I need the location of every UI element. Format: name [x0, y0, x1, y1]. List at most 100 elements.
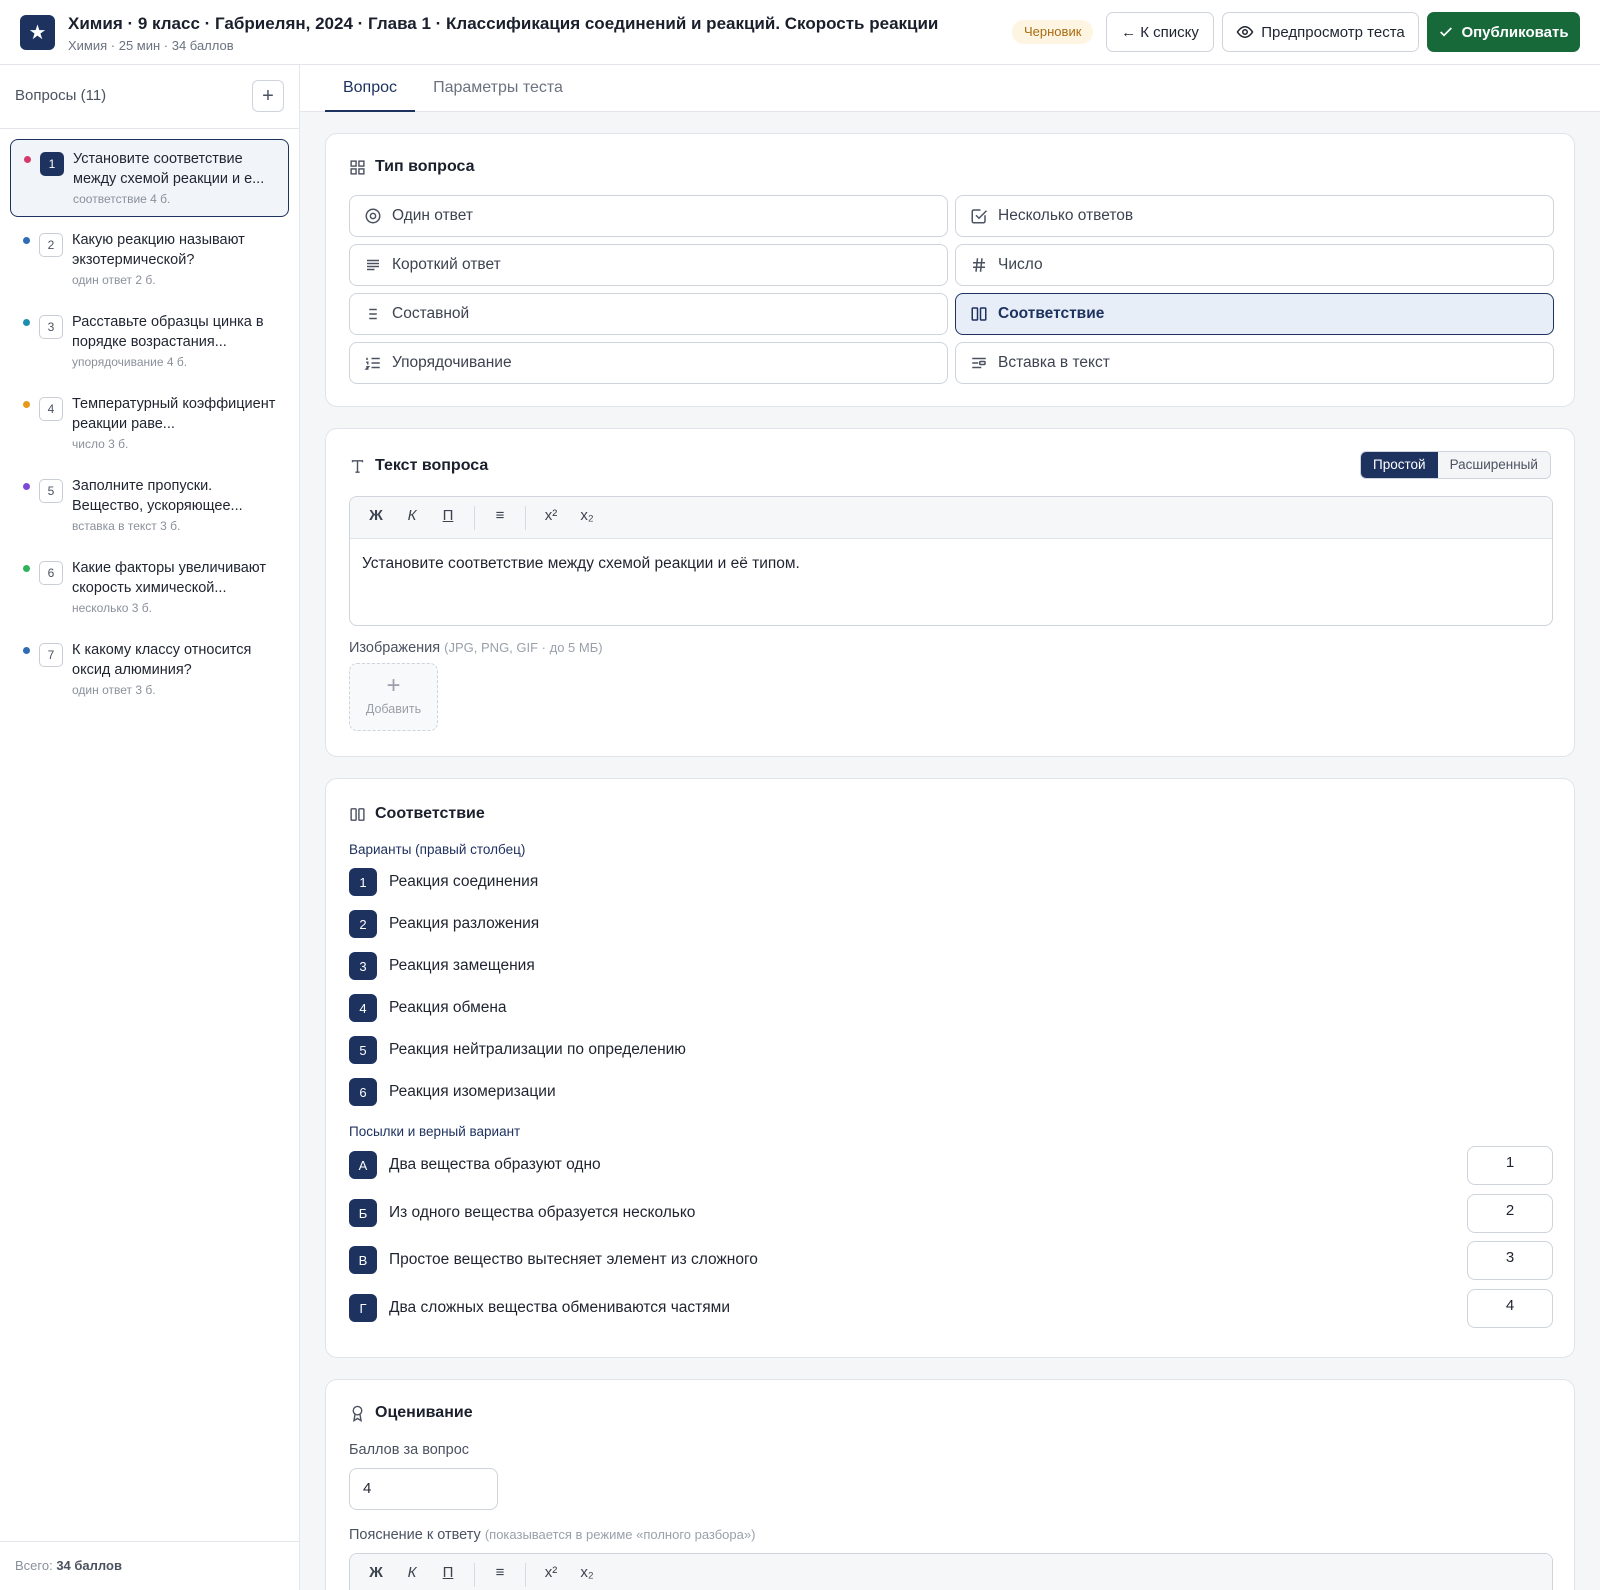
option-text[interactable]: Реакция соединения: [389, 873, 538, 891]
question-meta: один ответ 2 б.: [72, 273, 156, 287]
premise-text[interactable]: Два сложных вещества обмениваются частям…: [389, 1299, 730, 1317]
superscript-button[interactable]: x²: [539, 1564, 563, 1581]
matching-option: 2 Реакция разложения: [349, 910, 539, 938]
matching-premise: Г Два сложных вещества обмениваются част…: [349, 1294, 730, 1322]
question-meta: соответствие 4 б.: [73, 192, 171, 206]
type-insert-text[interactable]: Вставка в текст: [955, 342, 1554, 384]
tab-question[interactable]: Вопрос: [325, 65, 415, 112]
question-list-item[interactable]: 1 Установите соответствие между схемой р…: [10, 139, 289, 217]
type-ordering[interactable]: Упорядочивание: [349, 342, 948, 384]
list-button[interactable]: ≡: [488, 507, 512, 524]
type-label: Несколько ответов: [998, 207, 1134, 224]
bold-button[interactable]: Ж: [364, 507, 388, 524]
question-color-dot: [23, 319, 30, 326]
points-input[interactable]: 4: [349, 1468, 498, 1510]
question-list-item[interactable]: 7 К какому классу относится оксид алюмин…: [10, 631, 289, 709]
question-color-dot: [23, 565, 30, 572]
subscript-button[interactable]: x₂: [575, 1564, 599, 1581]
question-color-dot: [24, 156, 31, 163]
status-badge: Черновик: [1012, 20, 1094, 44]
type-matching[interactable]: Соответствие: [955, 293, 1554, 335]
option-text[interactable]: Реакция разложения: [389, 915, 539, 933]
question-number: 2: [39, 233, 63, 257]
add-image-label: Добавить: [365, 702, 422, 716]
editor-toolbar: Ж К П ≡ x² x₂: [350, 1554, 1552, 1590]
tab-test-settings[interactable]: Параметры теста: [430, 65, 566, 112]
premise-answer-input[interactable]: 2: [1467, 1194, 1553, 1233]
option-text[interactable]: Реакция нейтрализации по определению: [389, 1041, 686, 1059]
type-short-answer[interactable]: Короткий ответ: [349, 244, 948, 286]
grading-heading: Оценивание: [349, 1404, 473, 1422]
total-points: Всего: 34 баллов: [15, 1558, 122, 1573]
option-text[interactable]: Реакция замещения: [389, 957, 535, 975]
ordered-list-icon: [364, 357, 380, 370]
question-list-item[interactable]: 5 Заполните пропуски. Вещество, ускоряющ…: [10, 467, 289, 545]
question-list-item[interactable]: 3 Расставьте образцы цинка в порядке воз…: [10, 303, 289, 381]
type-single-answer[interactable]: Один ответ: [349, 195, 948, 237]
add-question-button[interactable]: +: [252, 80, 284, 112]
premise-text[interactable]: Два вещества образуют одно: [389, 1156, 601, 1174]
eye-icon: [1236, 25, 1254, 39]
total-prefix: Всего:: [15, 1558, 53, 1573]
type-number[interactable]: Число: [955, 244, 1554, 286]
underline-button[interactable]: П: [436, 1564, 460, 1581]
premise-answer-input[interactable]: 3: [1467, 1241, 1553, 1280]
question-number: 4: [39, 397, 63, 421]
editor-mode-switch: Простой Расширенный: [1360, 451, 1551, 479]
back-to-list-button[interactable]: ← К списку: [1106, 12, 1214, 52]
type-composite[interactable]: Составной: [349, 293, 948, 335]
award-icon: [352, 1405, 363, 1422]
toolbar-divider: [474, 1563, 475, 1587]
type-label: Упорядочивание: [392, 354, 512, 371]
option-text[interactable]: Реакция изомеризации: [389, 1083, 556, 1101]
mode-advanced-button[interactable]: Расширенный: [1437, 452, 1550, 478]
text-type-icon: [351, 459, 364, 473]
question-list-item[interactable]: 6 Какие факторы увеличивают скорость хим…: [10, 549, 289, 627]
subscript-button[interactable]: x₂: [575, 507, 599, 524]
grading-card: Оценивание Баллов за вопрос 4 Пояснение …: [325, 1379, 1575, 1590]
preview-test-button[interactable]: Предпросмотр теста: [1222, 12, 1419, 52]
publish-button[interactable]: Опубликовать: [1427, 12, 1580, 52]
checkbox-icon: [971, 209, 988, 224]
italic-button[interactable]: К: [400, 1564, 424, 1581]
premise-answer-input[interactable]: 1: [1467, 1146, 1553, 1185]
type-label: Составной: [392, 305, 470, 322]
premise-answer-input[interactable]: 4: [1467, 1289, 1553, 1328]
publish-button-label: Опубликовать: [1461, 23, 1569, 41]
bold-button[interactable]: Ж: [364, 1564, 388, 1581]
matching-option: 6 Реакция изомеризации: [349, 1078, 556, 1106]
star-logo-icon: ★: [20, 15, 55, 50]
question-text-heading: Текст вопроса: [349, 457, 488, 475]
columns-icon: [350, 807, 365, 821]
page-subtitle: Химия · 25 мин · 34 баллов: [68, 38, 234, 53]
question-meta: несколько 3 б.: [72, 601, 152, 615]
matching-premise: В Простое вещество вытесняет элемент из …: [349, 1246, 758, 1274]
superscript-button[interactable]: x²: [539, 507, 563, 524]
question-preview-text: Какие факторы увеличивают скорость химич…: [72, 560, 266, 596]
type-label: Число: [998, 256, 1043, 273]
mode-simple-button[interactable]: Простой: [1361, 452, 1438, 478]
question-text-content[interactable]: Установите соответствие между схемой реа…: [350, 539, 1552, 589]
type-label: Соответствие: [998, 305, 1105, 322]
question-list-item[interactable]: 2 Какую реакцию называют экзотермической…: [10, 221, 289, 299]
toolbar-divider: [525, 506, 526, 530]
question-type-heading: Тип вопроса: [349, 158, 475, 176]
matching-option: 1 Реакция соединения: [349, 868, 538, 896]
list-button[interactable]: ≡: [488, 1564, 512, 1581]
option-number-badge: 1: [349, 868, 377, 896]
type-multiple-answers[interactable]: Несколько ответов: [955, 195, 1554, 237]
matching-premise: А Два вещества образуют одно: [349, 1151, 601, 1179]
option-text[interactable]: Реакция обмена: [389, 999, 507, 1017]
italic-button[interactable]: К: [400, 507, 424, 524]
question-list-item[interactable]: 4 Температурный коэффициент реакции раве…: [10, 385, 289, 463]
matching-option: 3 Реакция замещения: [349, 952, 535, 980]
matching-title: Соответствие: [375, 805, 485, 822]
underline-button[interactable]: П: [436, 507, 460, 524]
explanation-label: Пояснение к ответу (показывается в режим…: [349, 1527, 755, 1543]
premise-text[interactable]: Простое вещество вытесняет элемент из сл…: [389, 1251, 758, 1269]
premise-text[interactable]: Из одного вещества образуется несколько: [389, 1204, 695, 1222]
add-image-button[interactable]: + Добавить: [349, 663, 438, 731]
question-type-card: Тип вопроса Один ответ Несколько ответов…: [325, 133, 1575, 407]
question-preview-text: Расставьте образцы цинка в порядке возра…: [72, 314, 264, 350]
premise-letter-badge: В: [349, 1246, 377, 1274]
